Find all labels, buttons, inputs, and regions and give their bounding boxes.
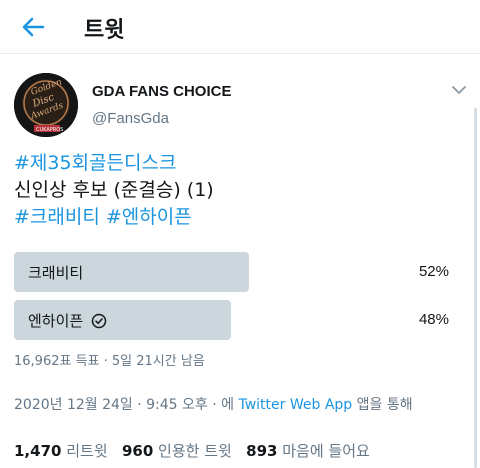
avatar-text-cukapros: CUKAPROS bbox=[36, 127, 63, 133]
tweet-line: 신인상 후보 (준결승) (1) bbox=[14, 179, 214, 201]
retweets-count[interactable]: 1,470 bbox=[14, 442, 61, 460]
poll-option-text: 크래비티 bbox=[28, 264, 84, 282]
poll-option-label: 크래비티 bbox=[28, 262, 83, 283]
hashtag-link[interactable]: #제35회골든디스크 bbox=[14, 152, 176, 174]
quotes-label[interactable]: 인용한 트윗 bbox=[158, 442, 232, 460]
timestamp-text[interactable]: 2020년 12월 24일 · 9:45 오후 · 에 bbox=[14, 397, 238, 413]
retweets-label[interactable]: 리트윗 bbox=[66, 442, 107, 460]
display-name[interactable]: GDA FANS CHOICE bbox=[92, 83, 231, 100]
source-link[interactable]: Twitter Web App bbox=[238, 397, 352, 413]
tweet-timestamp: 2020년 12월 24일 · 9:45 오후 · 에 Twitter Web … bbox=[14, 394, 413, 414]
hashtag-link[interactable]: #엔하이픈 bbox=[106, 206, 192, 228]
poll-option-label: 엔하이픈 bbox=[28, 310, 107, 331]
tweet-stats: 1,470 리트윗 960 인용한 트윗 893 마음에 들어요 bbox=[14, 440, 370, 461]
top-bar: 트윗 bbox=[0, 0, 480, 54]
tweet-text: #제35회골든디스크 신인상 후보 (준결승) (1) #크래비티 #엔하이픈 bbox=[14, 150, 454, 231]
timestamp-suffix: 앱을 통해 bbox=[352, 397, 413, 413]
user-handle[interactable]: @FansGda bbox=[92, 110, 169, 127]
poll-meta: 16,962표 득표 · 5일 21시간 남음 bbox=[14, 354, 205, 369]
page-title: 트윗 bbox=[84, 18, 125, 43]
likes-label[interactable]: 마음에 들어요 bbox=[282, 442, 370, 460]
poll-option-text: 엔하이픈 bbox=[28, 312, 84, 330]
scrollbar[interactable] bbox=[474, 108, 477, 468]
poll-option[interactable]: 크래비티 52% bbox=[14, 252, 459, 292]
check-circle-icon bbox=[91, 313, 107, 328]
back-arrow-icon[interactable] bbox=[18, 12, 48, 42]
likes-count[interactable]: 893 bbox=[246, 442, 277, 460]
chevron-down-icon[interactable] bbox=[449, 80, 469, 100]
hashtag-link[interactable]: #크래비티 bbox=[14, 206, 100, 228]
poll-option[interactable]: 엔하이픈 48% bbox=[14, 300, 459, 340]
poll-percent: 48% bbox=[418, 311, 449, 328]
quotes-count[interactable]: 960 bbox=[122, 442, 153, 460]
poll-percent: 52% bbox=[418, 263, 449, 280]
avatar[interactable]: Golden Disc Awards CUKAPROS bbox=[14, 73, 78, 137]
